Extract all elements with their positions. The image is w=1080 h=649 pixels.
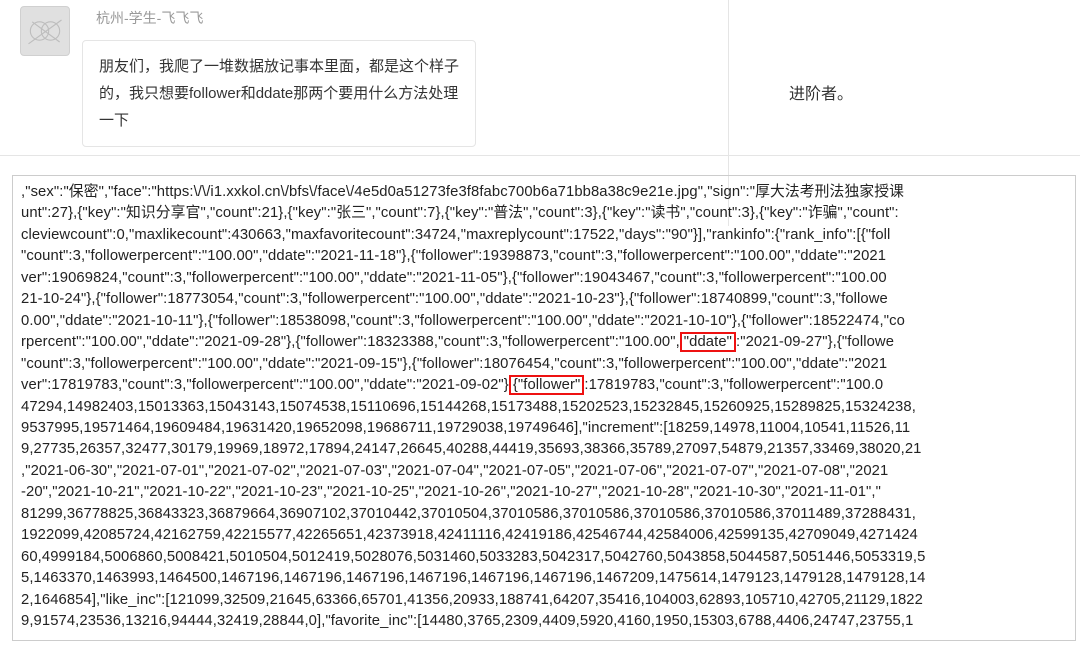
data-line: ver":19069824,"count":3,"followerpercent… bbox=[21, 268, 1067, 289]
data-line: ,"sex":"保密","face":"https:\/\/i1.xxkol.c… bbox=[21, 182, 1067, 203]
data-line: 0.00","ddate":"2021-10-11"},{"follower":… bbox=[21, 311, 1067, 332]
data-line: 5,1463370,1463993,1464500,1467196,146719… bbox=[21, 568, 1067, 589]
data-line: -20","2021-10-21","2021-10-22","2021-10-… bbox=[21, 482, 1067, 503]
message-bubble: 朋友们，我爬了一堆数据放记事本里面，都是这个样子的，我只想要follower和d… bbox=[82, 40, 476, 147]
data-line: ,"2021-06-30","2021-07-01","2021-07-02",… bbox=[21, 461, 1067, 482]
username: 杭州-学生-飞飞飞 bbox=[96, 8, 476, 28]
data-line: "count":3,"followerpercent":"100.00","dd… bbox=[21, 354, 1067, 375]
chat-post: 杭州-学生-飞飞飞 朋友们，我爬了一堆数据放记事本里面，都是这个样子的，我只想要… bbox=[20, 6, 476, 147]
data-line: 9,27735,26357,32477,30179,19969,18972,17… bbox=[21, 439, 1067, 460]
data-line: 47294,14982403,15013363,15043143,1507453… bbox=[21, 397, 1067, 418]
ddate-highlight: "ddate" bbox=[680, 332, 736, 352]
data-line: 9537995,19571464,19609484,19631420,19652… bbox=[21, 418, 1067, 439]
data-line: rpercent":"100.00","ddate":"2021-09-28"}… bbox=[21, 332, 1067, 353]
data-line: 60,4999184,5006860,5008421,5010504,50124… bbox=[21, 547, 1067, 568]
data-line: 21-10-24"},{"follower":18773054,"count":… bbox=[21, 289, 1067, 310]
json-data-cell[interactable]: ,"sex":"保密","face":"https:\/\/i1.xxkol.c… bbox=[12, 175, 1076, 641]
data-line: 9,91574,23536,13216,94444,32419,28844,0]… bbox=[21, 611, 1067, 632]
data-line: unt":27},{"key":"知识分享官","count":21},{"ke… bbox=[21, 203, 1067, 224]
data-line: "count":3,"followerpercent":"100.00","dd… bbox=[21, 246, 1067, 267]
data-line: cleviewcount":0,"maxlikecount":430663,"m… bbox=[21, 225, 1067, 246]
follower-highlight: {"follower" bbox=[509, 375, 585, 395]
data-line: 1922099,42085724,42162759,42215577,42265… bbox=[21, 525, 1067, 546]
data-line: ver":17819783,"count":3,"followerpercent… bbox=[21, 375, 1067, 396]
avatar bbox=[20, 6, 70, 56]
data-line: 81299,36778825,36843323,36879664,3690710… bbox=[21, 504, 1067, 525]
data-line: 2,1646854],"like_inc":[121099,32509,2164… bbox=[21, 590, 1067, 611]
